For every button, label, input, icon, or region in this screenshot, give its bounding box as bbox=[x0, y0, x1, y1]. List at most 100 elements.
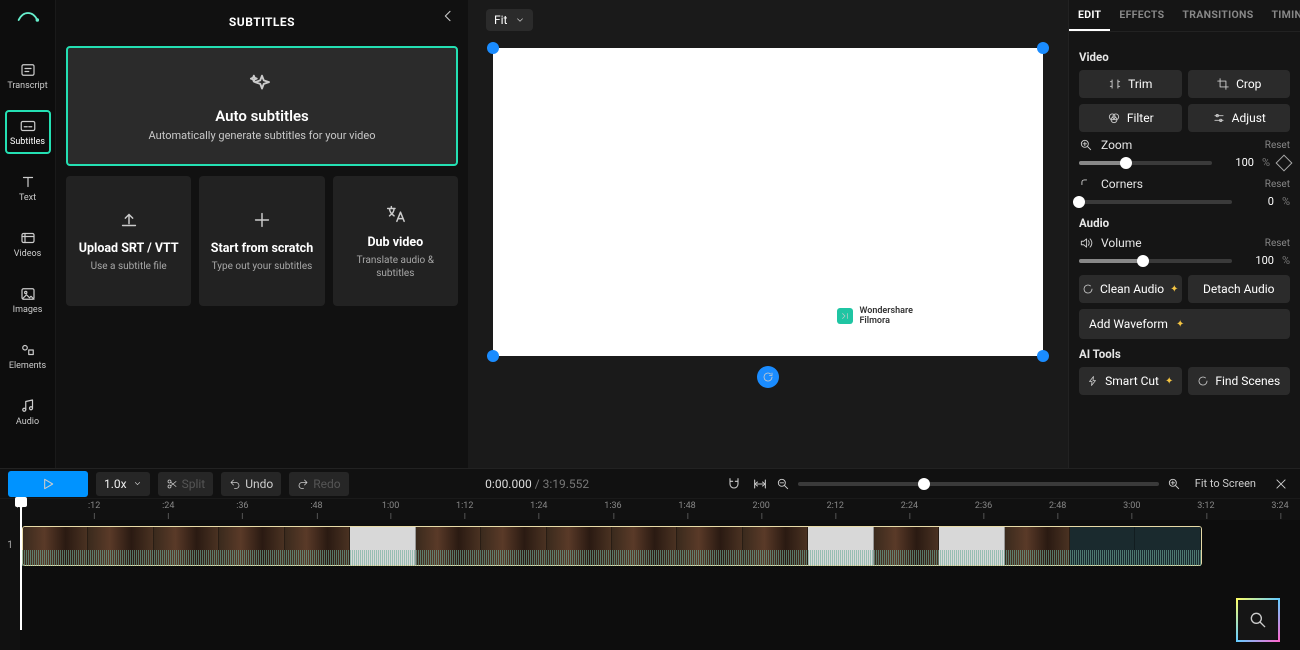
add-waveform-button[interactable]: Add Waveform✦ bbox=[1079, 309, 1290, 339]
filter-icon bbox=[1107, 111, 1121, 125]
fit-dropdown[interactable]: Fit bbox=[486, 9, 533, 31]
ruler-tick: 2:48 bbox=[1049, 501, 1066, 511]
dub-video-card[interactable]: Dub video Translate audio & subtitles bbox=[333, 176, 458, 306]
scenes-icon bbox=[1197, 375, 1209, 387]
rail-videos[interactable]: Videos bbox=[5, 222, 51, 266]
rail-transcript[interactable]: Transcript bbox=[5, 54, 51, 98]
corners-label: Corners bbox=[1101, 177, 1257, 191]
smart-cut-button[interactable]: Smart Cut✦ bbox=[1079, 367, 1182, 395]
fit-to-screen-button[interactable]: Fit to Screen bbox=[1189, 477, 1262, 490]
ruler-tick: 2:12 bbox=[827, 501, 844, 511]
split-button[interactable]: Split bbox=[158, 472, 214, 496]
ruler-tick: :12 bbox=[88, 501, 100, 511]
timeline-tracks: 1 bbox=[0, 520, 1300, 650]
tab-transitions[interactable]: TRANSITIONS bbox=[1173, 0, 1262, 31]
speed-dropdown[interactable]: 1.0x bbox=[96, 472, 150, 496]
collapse-panel-icon[interactable] bbox=[440, 8, 456, 24]
tab-effects[interactable]: EFFECTS bbox=[1110, 0, 1173, 31]
find-scenes-button[interactable]: Find Scenes bbox=[1188, 367, 1291, 395]
corners-reset[interactable]: Reset bbox=[1265, 179, 1290, 190]
zoom-keyframe[interactable] bbox=[1276, 154, 1293, 171]
corners-slider[interactable] bbox=[1079, 200, 1232, 204]
track-number: 1 bbox=[0, 520, 20, 650]
magnet-icon[interactable] bbox=[726, 476, 742, 492]
redo-button[interactable]: Redo bbox=[289, 472, 348, 496]
rail-images[interactable]: Images bbox=[5, 278, 51, 322]
ruler-tick: 3:24 bbox=[1271, 501, 1288, 511]
translate-icon bbox=[384, 203, 406, 225]
ruler-tick: 3:12 bbox=[1197, 501, 1214, 511]
rail-text[interactable]: Text bbox=[5, 166, 51, 210]
detach-audio-button[interactable]: Detach Audio bbox=[1188, 275, 1291, 303]
scratch-desc: Type out your subtitles bbox=[212, 260, 313, 273]
watermark-text1: Wondershare bbox=[859, 306, 913, 316]
timeline-zoom-slider[interactable] bbox=[798, 482, 1159, 486]
ruler-tick: 2:00 bbox=[752, 501, 769, 511]
volume-label: Volume bbox=[1101, 236, 1257, 250]
snap-edges-icon[interactable] bbox=[752, 476, 768, 492]
ruler-tick: :36 bbox=[236, 501, 248, 511]
rail-elements[interactable]: Elements bbox=[5, 334, 51, 378]
zoom-reset[interactable]: Reset bbox=[1265, 140, 1290, 151]
zoom-out-icon[interactable] bbox=[776, 477, 790, 491]
zoom-in-icon[interactable] bbox=[1167, 477, 1181, 491]
corners-value: 0 bbox=[1240, 195, 1274, 208]
upload-title: Upload SRT / VTT bbox=[79, 241, 179, 256]
volume-icon bbox=[1079, 236, 1093, 250]
timeline-ruler[interactable]: :0:12:24:36:481:001:121:241:361:482:002:… bbox=[0, 498, 1300, 520]
play-button[interactable] bbox=[8, 471, 88, 497]
clean-audio-icon bbox=[1082, 283, 1094, 295]
subtitles-panel: SUBTITLES Auto subtitles Automatically g… bbox=[56, 0, 468, 468]
audio-waveform bbox=[22, 550, 1202, 566]
resize-handle-bl[interactable] bbox=[487, 350, 499, 362]
start-scratch-card[interactable]: Start from scratch Type out your subtitl… bbox=[199, 176, 324, 306]
upload-icon bbox=[118, 209, 140, 231]
volume-value: 100 bbox=[1240, 254, 1274, 267]
video-section-header: Video bbox=[1079, 50, 1290, 64]
filter-button[interactable]: Filter bbox=[1079, 104, 1182, 132]
resize-handle-br[interactable] bbox=[1037, 350, 1049, 362]
upload-desc: Use a subtitle file bbox=[91, 260, 167, 273]
zoom-icon bbox=[1079, 138, 1093, 152]
auto-subtitles-title: Auto subtitles bbox=[215, 107, 309, 125]
zoom-value: 100 bbox=[1220, 156, 1254, 169]
volume-reset[interactable]: Reset bbox=[1265, 238, 1290, 249]
auto-subtitles-card[interactable]: Auto subtitles Automatically generate su… bbox=[66, 46, 458, 166]
zoom-label: Zoom bbox=[1101, 138, 1257, 152]
upload-srt-card[interactable]: Upload SRT / VTT Use a subtitle file bbox=[66, 176, 191, 306]
rail-subtitles[interactable]: Subtitles bbox=[5, 110, 51, 154]
adjust-button[interactable]: Adjust bbox=[1188, 104, 1291, 132]
adjust-icon bbox=[1212, 111, 1226, 125]
undo-button[interactable]: Undo bbox=[221, 472, 281, 496]
tab-timing[interactable]: TIMING bbox=[1263, 0, 1300, 31]
trim-button[interactable]: Trim bbox=[1079, 70, 1182, 98]
rail-audio[interactable]: Audio bbox=[5, 390, 51, 434]
auto-subtitles-desc: Automatically generate subtitles for you… bbox=[149, 129, 376, 142]
ruler-tick: 1:36 bbox=[604, 501, 621, 511]
zoom-slider[interactable] bbox=[1079, 161, 1212, 165]
watermark: Wondershare Filmora bbox=[837, 306, 913, 326]
tab-edit[interactable]: EDIT bbox=[1069, 0, 1110, 31]
left-rail: Transcript Subtitles Text Videos Images … bbox=[0, 0, 56, 468]
volume-slider[interactable] bbox=[1079, 259, 1232, 263]
properties-panel: EDIT EFFECTS TRANSITIONS TIMING Video Tr… bbox=[1068, 0, 1300, 468]
resize-handle-tl[interactable] bbox=[487, 42, 499, 54]
video-canvas[interactable]: Wondershare Filmora bbox=[493, 48, 1043, 356]
close-timeline-icon[interactable] bbox=[1270, 477, 1292, 491]
crop-button[interactable]: Crop bbox=[1188, 70, 1291, 98]
app-logo bbox=[14, 6, 42, 34]
rotate-handle[interactable] bbox=[757, 366, 779, 388]
sparkle-badge: ✦ bbox=[1170, 284, 1178, 295]
scratch-title: Start from scratch bbox=[211, 241, 313, 256]
sparkle-badge: ✦ bbox=[1165, 376, 1173, 387]
resize-handle-tr[interactable] bbox=[1037, 42, 1049, 54]
clean-audio-button[interactable]: Clean Audio✦ bbox=[1079, 275, 1182, 303]
bolt-icon bbox=[1087, 375, 1099, 387]
ruler-tick: 1:00 bbox=[382, 501, 399, 511]
search-fab[interactable] bbox=[1236, 598, 1280, 642]
ruler-tick: 2:36 bbox=[975, 501, 992, 511]
sparkle-icon bbox=[248, 71, 276, 99]
ruler-tick: 3:00 bbox=[1123, 501, 1140, 511]
dub-desc: Translate audio & subtitles bbox=[341, 254, 450, 280]
ruler-tick: :48 bbox=[310, 501, 322, 511]
